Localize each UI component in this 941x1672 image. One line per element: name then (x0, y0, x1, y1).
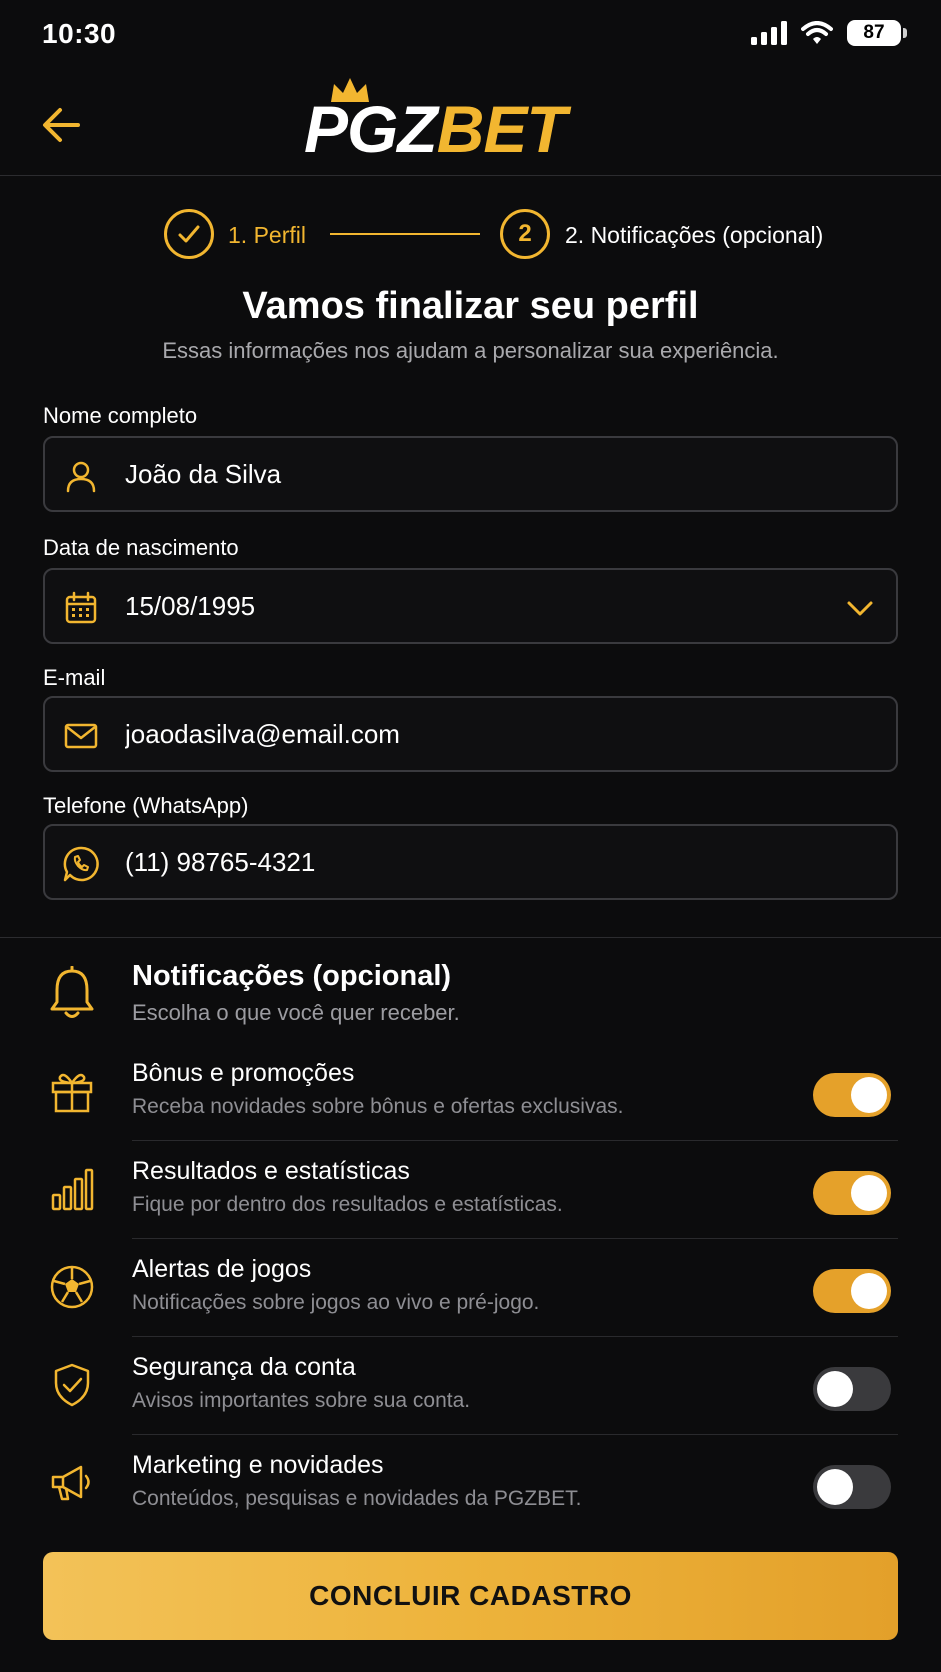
name-field[interactable] (43, 436, 898, 512)
user-icon (61, 456, 101, 496)
signal-icon (751, 21, 787, 45)
phone-label: Telefone (WhatsApp) (43, 793, 249, 818)
notification-row-results: Resultados e estatísticas Fique por dent… (0, 1141, 941, 1239)
page-title: Vamos finalizar seu perfil (242, 285, 699, 327)
logo-pgz: PGZ (304, 92, 438, 166)
whatsapp-icon (61, 844, 101, 884)
notifications-title: Notificações (opcional) (132, 960, 452, 992)
step2-label: 2. Notificações (opcional) (565, 222, 824, 248)
section-divider (0, 937, 941, 938)
logo-bet: BET (436, 92, 567, 166)
birth-label: Data de nascimento (43, 535, 239, 560)
complete-registration-button[interactable]: CONCLUIR CADASTRO (43, 1552, 898, 1640)
megaphone-icon (44, 1455, 100, 1511)
notifications-header: Notificações (opcional) Escolha o que vo… (0, 958, 941, 1048)
birth-input[interactable] (125, 570, 825, 642)
gift-icon (44, 1063, 100, 1119)
brand-logo: PGZBET (304, 72, 644, 172)
app-header: PGZBET (0, 70, 941, 176)
notification-desc: Conteúdos, pesquisas e novidades da PGZB… (132, 1487, 582, 1510)
toggle-security[interactable] (813, 1367, 891, 1411)
notification-title: Segurança da conta (132, 1353, 356, 1381)
notification-desc: Fique por dentro dos resultados e estatí… (132, 1193, 563, 1216)
notification-title: Alertas de jogos (132, 1255, 312, 1283)
birth-field[interactable] (43, 568, 898, 644)
notification-row-marketing: Marketing e novidades Conteúdos, pesquis… (0, 1435, 941, 1533)
status-icons: 87 (751, 20, 907, 46)
calendar-icon (61, 588, 101, 628)
back-button[interactable] (36, 100, 86, 150)
name-label: Nome completo (43, 403, 198, 428)
name-input[interactable] (125, 438, 825, 510)
toggle-knob (851, 1175, 887, 1211)
mail-icon (61, 716, 101, 756)
email-input[interactable] (125, 698, 825, 770)
toggle-results[interactable] (813, 1171, 891, 1215)
notification-title: Resultados e estatísticas (132, 1157, 410, 1185)
toggle-marketing[interactable] (813, 1465, 891, 1509)
phone-field[interactable] (43, 824, 898, 900)
logo-text: PGZBET (304, 96, 567, 162)
notification-row-bonus: Bônus e promoções Receba novidades sobre… (0, 1043, 941, 1141)
toggle-knob (817, 1469, 853, 1505)
toggle-knob (817, 1371, 853, 1407)
wifi-icon (801, 21, 833, 44)
stepper: 1. Perfil 2 2. Notificações (opcional) (0, 205, 941, 265)
notification-row-game-alerts: Alertas de jogos Notificações sobre jogo… (0, 1239, 941, 1337)
email-label: E-mail (43, 665, 106, 690)
step1-label: 1. Perfil (228, 222, 306, 248)
notification-title: Bônus e promoções (132, 1059, 355, 1087)
toggle-game-alerts[interactable] (813, 1269, 891, 1313)
step-connector (330, 233, 480, 235)
bar-chart-icon (44, 1161, 100, 1217)
soccer-ball-icon (44, 1259, 100, 1315)
notification-title: Marketing e novidades (132, 1451, 384, 1479)
notification-desc: Avisos importantes sobre sua conta. (132, 1389, 471, 1412)
bell-icon (44, 966, 100, 1022)
phone-input[interactable] (125, 826, 825, 898)
step2-indicator: 2 (500, 209, 550, 259)
shield-icon (44, 1357, 100, 1413)
chevron-down-icon[interactable] (844, 592, 876, 624)
step1-indicator (164, 209, 214, 259)
check-icon (178, 225, 200, 243)
toggle-knob (851, 1077, 887, 1113)
notification-desc: Notificações sobre jogos ao vivo e pré-j… (132, 1291, 540, 1314)
notification-desc: Receba novidades sobre bônus e ofertas e… (132, 1095, 624, 1118)
arrow-left-icon (43, 108, 80, 142)
toggle-bonus[interactable] (813, 1073, 891, 1117)
page-subtitle: Essas informações nos ajudam a personali… (162, 338, 779, 363)
status-time: 10:30 (42, 18, 117, 49)
toggle-knob (851, 1273, 887, 1309)
notification-row-security: Segurança da conta Avisos importantes so… (0, 1337, 941, 1435)
battery-indicator: 87 (847, 20, 907, 46)
notifications-subtitle: Escolha o que você quer receber. (132, 1000, 460, 1025)
status-bar: 10:30 87 (0, 0, 941, 70)
email-field[interactable] (43, 696, 898, 772)
